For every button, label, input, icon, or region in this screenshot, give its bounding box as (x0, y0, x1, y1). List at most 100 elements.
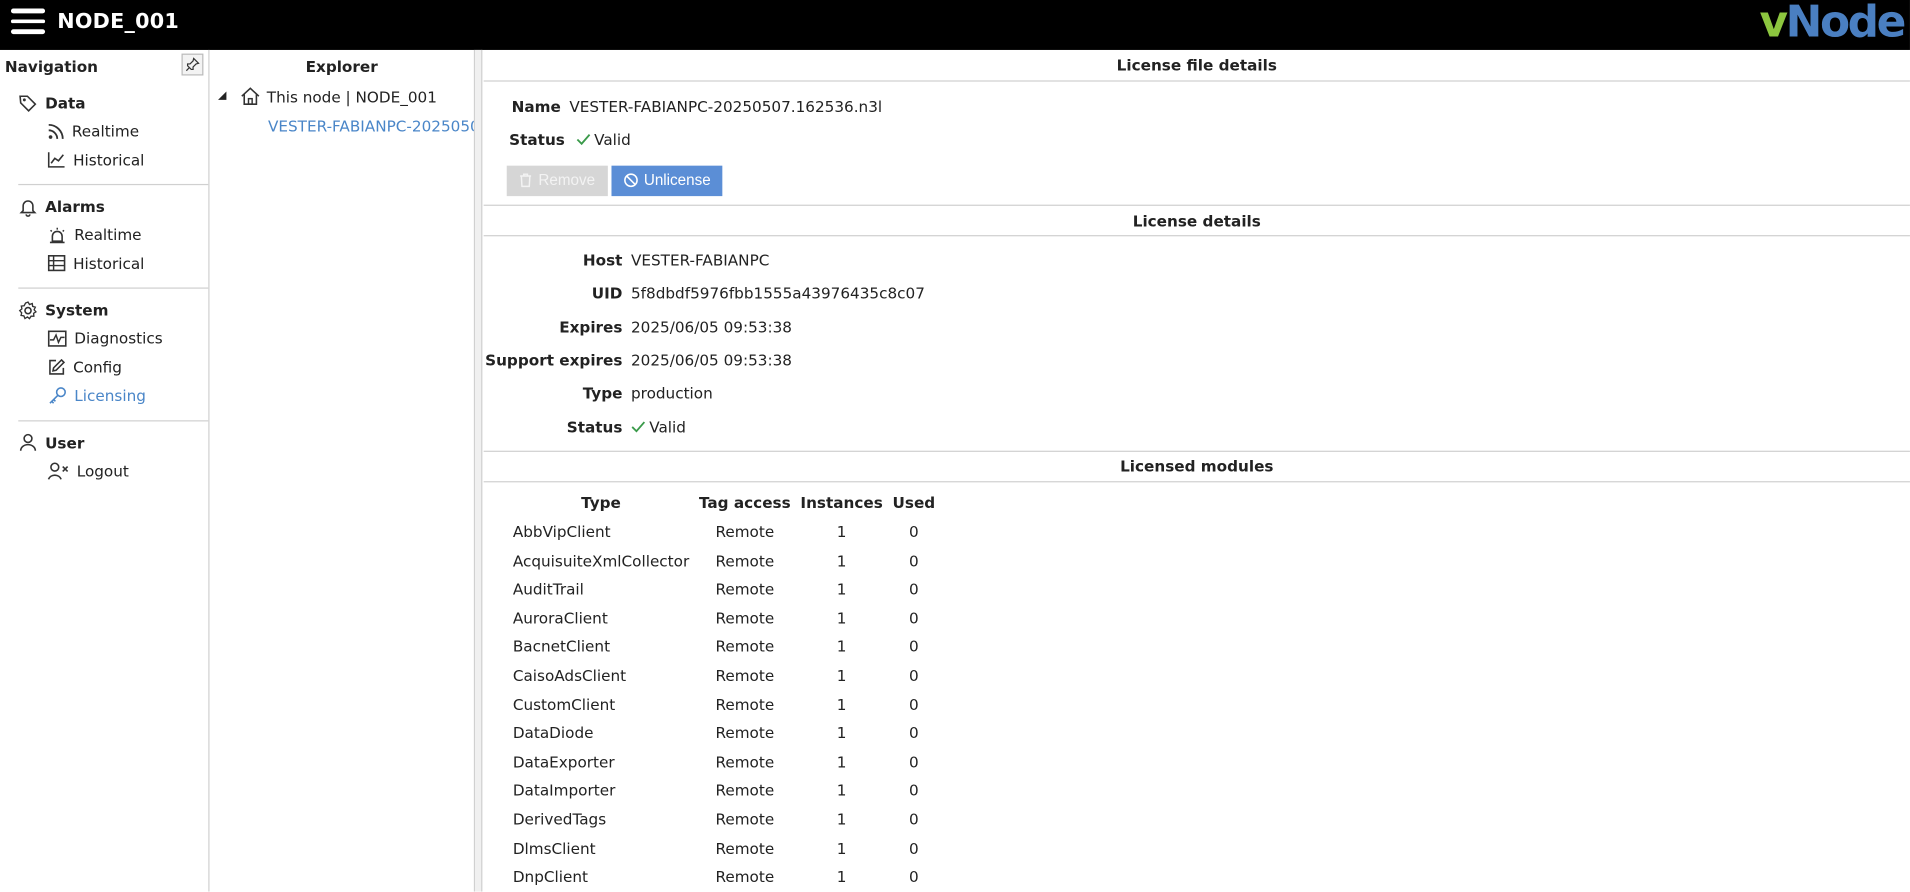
status-label: Status (509, 129, 565, 148)
navigation-header: Navigation (0, 50, 208, 82)
navigation-panel: Navigation Data Realtime Historical Alar… (0, 49, 210, 892)
nav-item-alarms-realtime[interactable]: Realtime (18, 220, 208, 249)
siren-icon (49, 227, 65, 243)
module-type: DataExporter (512, 752, 615, 771)
license-details-title: License details (483, 204, 1910, 237)
table-header-row: Type Tag access Instances Used (508, 488, 940, 517)
module-used: 0 (909, 752, 919, 771)
nav-item-data-realtime[interactable]: Realtime (18, 117, 208, 146)
column-header-instances: Instances (800, 493, 883, 512)
name-label: Name (511, 96, 561, 116)
unlicense-button[interactable]: Unlicense (610, 165, 723, 196)
menu-icon[interactable] (10, 8, 46, 38)
table-row: CaisoAdsClient Remote 1 0 (508, 661, 940, 690)
nav-item-licensing[interactable]: Licensing (18, 381, 208, 410)
table-row: DerivedTags Remote 1 0 (508, 805, 940, 834)
module-instances: 1 (836, 695, 847, 714)
table-row: CustomClient Remote 1 0 (508, 690, 940, 719)
module-used: 0 (909, 867, 919, 886)
key-icon (49, 387, 66, 405)
module-instances: 1 (836, 867, 847, 886)
table-row: BacnetClient Remote 1 0 (508, 632, 940, 661)
module-used: 0 (909, 838, 919, 858)
nav-item-data-historical[interactable]: Historical (18, 146, 208, 175)
module-tag-access: Remote (715, 752, 775, 771)
nav-group-alarms[interactable]: Alarms (18, 192, 208, 220)
license-file-status-row: Status Valid (509, 122, 1910, 156)
nav-item-alarms-historical[interactable]: Historical (18, 249, 208, 278)
module-type: CaisoAdsClient (512, 666, 627, 685)
module-instances: 1 (836, 608, 847, 628)
tree-node-root[interactable]: ◢ This node | NODE_001 (210, 82, 474, 111)
module-tag-access: Remote (715, 551, 775, 570)
ban-icon (623, 173, 638, 188)
module-type: DerivedTags (512, 810, 607, 829)
panel-splitter[interactable] (475, 49, 483, 892)
module-used: 0 (909, 723, 919, 743)
module-type: AuditTrail (512, 580, 584, 599)
table-row: AcquisuiteXmlCollector Remote 1 0 (508, 546, 940, 575)
module-instances: 1 (836, 522, 847, 541)
license-file-details-title: License file details (483, 50, 1910, 82)
nav-item-logout[interactable]: Logout (18, 456, 208, 485)
tag-icon (19, 94, 37, 112)
module-used: 0 (909, 695, 919, 714)
module-instances: 1 (836, 723, 847, 743)
module-type: AcquisuiteXmlCollector (512, 551, 690, 570)
line-chart-icon (47, 152, 65, 168)
nav-group-user[interactable]: User (18, 428, 208, 456)
module-tag-access: Remote (715, 723, 775, 743)
detail-row-support-expires: Support expires 2025/06/05 09:53:38 (485, 350, 792, 370)
explorer-panel: Explorer ◢ This node | NODE_001 VESTER-F… (210, 49, 476, 892)
edit-icon (49, 358, 66, 375)
tree-node-license-file[interactable]: VESTER-FABIANPC-20250507.162536.n3l (210, 111, 474, 140)
module-tag-access: Remote (715, 781, 775, 800)
module-tag-access: Remote (715, 838, 775, 858)
module-instances: 1 (836, 580, 847, 599)
detail-row-host: Host VESTER-FABIANPC (582, 251, 770, 270)
column-header-type: Type (581, 493, 621, 512)
main-content: License file details Name VESTER-FABIANP… (483, 50, 1910, 892)
top-bar: NODE_001 vNode (0, 0, 1910, 50)
nav-group-system[interactable]: System (18, 296, 208, 324)
license-file-name-row: Name VESTER-FABIANPC-20250507.162536.n3l (512, 90, 1910, 122)
module-used: 0 (909, 551, 919, 570)
table-row: AbbVipClient Remote 1 0 (508, 517, 940, 546)
table-row: DataImporter Remote 1 0 (508, 776, 940, 805)
detail-row-expires: Expires 2025/06/05 09:53:38 (559, 317, 792, 336)
table-icon (47, 255, 66, 272)
module-type: CustomClient (512, 695, 616, 714)
module-used: 0 (909, 608, 919, 628)
pin-icon[interactable] (181, 53, 204, 76)
check-icon (576, 133, 590, 145)
node-title: NODE_001 (57, 9, 180, 35)
status-value: Valid (594, 129, 631, 148)
module-type: DataImporter (512, 781, 616, 800)
nav-section-system: System Diagnostics Config Licensing (18, 296, 209, 421)
module-instances: 1 (836, 781, 847, 800)
collapse-triangle-icon[interactable]: ◢ (218, 90, 230, 102)
module-tag-access: Remote (715, 810, 775, 829)
rss-icon (48, 123, 64, 139)
column-header-tag-access: Tag access (698, 493, 791, 512)
module-used: 0 (909, 522, 919, 541)
module-instances: 1 (836, 666, 847, 685)
module-tag-access: Remote (715, 608, 775, 628)
detail-row-uid: UID 5f8dbdf5976fbb1555a43976435c8c07 (591, 284, 925, 303)
nav-item-config[interactable]: Config (18, 353, 208, 382)
nav-group-data[interactable]: Data (18, 89, 208, 117)
module-used: 0 (909, 637, 919, 656)
check-icon (631, 421, 646, 433)
home-icon (241, 87, 260, 105)
module-used: 0 (909, 781, 919, 800)
module-used: 0 (909, 580, 919, 599)
module-tag-access: Remote (715, 695, 775, 714)
nav-item-diagnostics[interactable]: Diagnostics (18, 324, 208, 353)
remove-button: Remove (506, 165, 608, 196)
module-type: DnpClient (512, 867, 588, 886)
module-used: 0 (909, 810, 919, 829)
module-instances: 1 (836, 752, 847, 771)
navigation-title: Navigation (4, 56, 99, 75)
table-row: AuroraClient Remote 1 0 (508, 604, 940, 633)
module-type: BacnetClient (512, 637, 611, 656)
